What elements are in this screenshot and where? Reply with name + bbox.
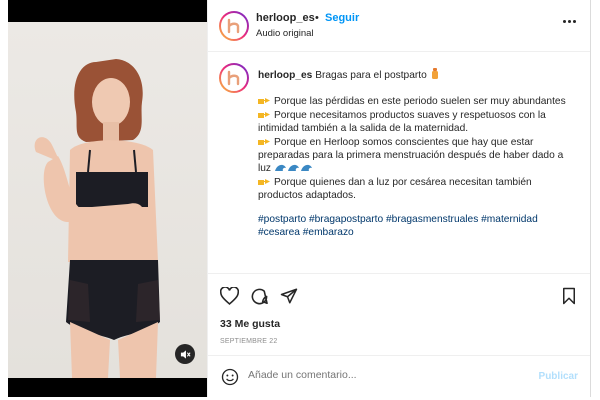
caption-area: herloop_es Bragas para el postparto Porq… xyxy=(208,52,590,273)
post-media[interactable] xyxy=(8,0,207,397)
caption-username[interactable]: herloop_es xyxy=(258,70,312,81)
heart-icon[interactable] xyxy=(219,286,239,306)
caption-title: Bragas para el postparto xyxy=(315,70,427,81)
baby-bottle-icon xyxy=(431,68,438,79)
caption-bullet-3: Porque en Herloop somos conscientes que … xyxy=(258,136,564,175)
audio-link[interactable]: Audio original xyxy=(256,28,314,39)
pointing-hand-icon xyxy=(258,111,270,118)
model-figure-illustration xyxy=(34,59,160,378)
share-icon[interactable] xyxy=(279,286,299,306)
post-header: herloop_es • Seguir Audio original xyxy=(208,0,590,52)
likes-count[interactable]: 33 Me gusta xyxy=(220,318,280,330)
follow-button[interactable]: Seguir xyxy=(325,12,359,24)
caption-bullet-4: Porque quienes dan a luz por cesárea nec… xyxy=(258,176,532,202)
publish-button[interactable]: Publicar xyxy=(539,371,578,382)
caption-avatar[interactable] xyxy=(219,63,249,93)
post-details-panel: herloop_es • Seguir Audio original herlo… xyxy=(207,0,591,397)
post-photo xyxy=(8,22,207,378)
hashtags[interactable]: #postparto #bragapostparto #bragasmenstr… xyxy=(258,213,578,240)
mute-button[interactable] xyxy=(175,344,195,364)
herloop-logo-icon xyxy=(227,70,240,86)
pointing-hand-icon xyxy=(258,98,270,105)
avatar[interactable] xyxy=(219,11,249,41)
herloop-logo-icon xyxy=(227,18,240,34)
emoji-icon[interactable] xyxy=(220,367,240,387)
separator-dot: • xyxy=(315,12,319,24)
caption-bullet-2: Porque necesitamos productos suaves y re… xyxy=(258,109,546,135)
comment-input[interactable] xyxy=(248,369,528,381)
caption-text: herloop_es Bragas para el postparto Porq… xyxy=(258,68,578,239)
wave-icon xyxy=(274,165,312,172)
comment-bar: Publicar xyxy=(208,355,590,397)
more-options-icon[interactable] xyxy=(563,20,576,23)
muted-speaker-icon xyxy=(180,349,191,359)
post-date: SEPTIEMBRE 22 xyxy=(220,338,278,345)
pointing-hand-icon xyxy=(258,138,270,145)
bookmark-icon[interactable] xyxy=(559,286,579,306)
comment-icon[interactable] xyxy=(249,286,269,306)
pointing-hand-icon xyxy=(258,178,270,185)
username-link[interactable]: herloop_es xyxy=(256,12,315,24)
caption-heading: herloop_es Bragas para el postparto xyxy=(258,68,578,82)
caption-bullet-1: Porque las pérdidas en este periodo suel… xyxy=(258,95,578,108)
